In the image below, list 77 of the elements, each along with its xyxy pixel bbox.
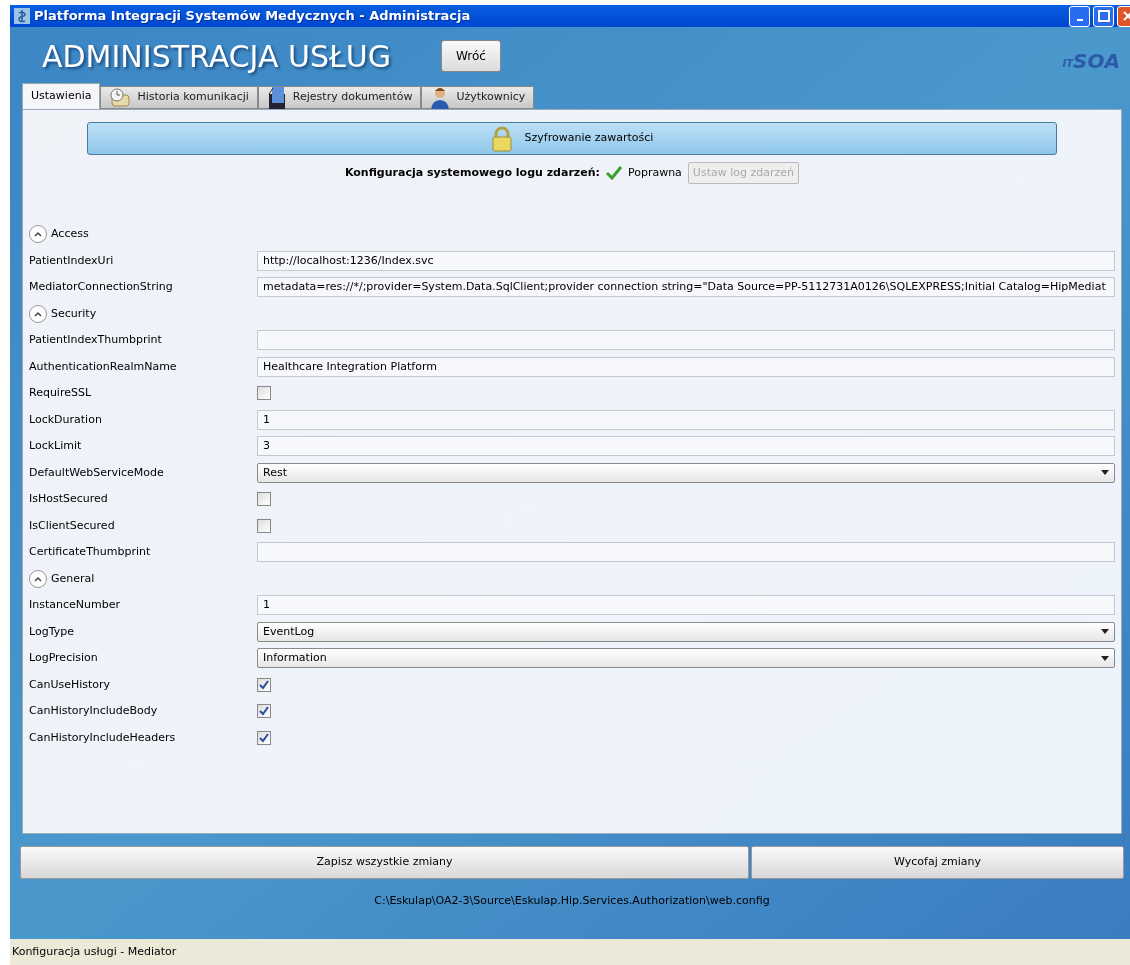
property-label: MediatorConnectionString	[29, 279, 174, 295]
property-label: AuthenticationRealmName	[29, 358, 178, 375]
property-label: PatientIndexUri	[29, 252, 115, 269]
minimize-icon	[1076, 19, 1083, 21]
section-title: General	[51, 570, 95, 587]
property-label: LockDuration	[29, 411, 103, 428]
section-title: Security	[51, 305, 97, 322]
tab[interactable]: Ustawienia	[22, 83, 101, 109]
tab[interactable]: Historia komunikacji	[100, 86, 258, 109]
input-field[interactable]: metadata=res://*/;provider=System.Data.SqlClient;provider connection string="Data Source=PP-5112731A0126\SQLEXPRESS;Initial Catalog=HipMediat	[257, 277, 1115, 298]
maximize-icon	[1097, 10, 1110, 22]
checkmark-icon	[259, 706, 269, 717]
dropdown-value: Information	[263, 650, 327, 666]
config-path: C:\Eskulap\OA2-3\Source\Eskulap.Hip.Services.Authorization\web.config	[373, 893, 771, 909]
revert-button[interactable]: Wycofaj zmiany	[751, 846, 1124, 879]
maximize-button[interactable]	[1093, 5, 1114, 27]
input-field[interactable]	[257, 542, 1115, 563]
property-label: LogPrecision	[29, 650, 99, 666]
input-field[interactable]: 1	[257, 595, 1115, 616]
property-label: CanHistoryIncludeHeaders	[29, 729, 177, 746]
chevron-up-icon	[33, 230, 43, 239]
status-text: Konfiguracja usługi - Mediator	[12, 943, 177, 960]
app-icon	[14, 8, 30, 24]
encryption-button[interactable]: Szyfrowanie zawartości	[87, 122, 1057, 155]
user-icon	[430, 85, 451, 110]
padlock-icon	[490, 125, 513, 152]
input-field[interactable]: 3	[257, 436, 1115, 457]
clock-scroll-icon	[109, 86, 132, 109]
chevron-up-icon	[33, 574, 43, 583]
input-field[interactable]: http://localhost:1236/Index.svc	[257, 250, 1115, 271]
property-label: LockLimit	[29, 438, 83, 454]
dropdown-value: Rest	[263, 464, 287, 481]
checkbox[interactable]	[257, 730, 271, 745]
property-label: InstanceNumber	[29, 597, 121, 613]
property-label: PatientIndexThumbprint	[29, 332, 163, 348]
collapse-toggle[interactable]	[29, 304, 47, 323]
back-button[interactable]: Wróć	[441, 40, 501, 72]
property-label: RequireSSL	[29, 385, 93, 401]
checkbox[interactable]	[257, 518, 271, 533]
event-log-status: Poprawna	[627, 164, 682, 181]
checkbox[interactable]	[257, 704, 271, 719]
checkmark-icon	[259, 732, 269, 743]
tab[interactable]: Użytkownicy	[421, 86, 535, 109]
binder-icon	[266, 85, 287, 110]
input-field[interactable]: 1	[257, 409, 1115, 430]
input-field[interactable]	[257, 330, 1115, 351]
property-label: IsClientSecured	[29, 517, 116, 534]
property-label: CanHistoryIncludeBody	[29, 703, 159, 719]
chevron-up-icon	[33, 309, 43, 318]
property-label: CertificateThumbprint	[29, 544, 152, 560]
save-button[interactable]: Zapisz wszystkie zmiany	[20, 846, 749, 879]
checkbox[interactable]	[257, 492, 271, 507]
collapse-toggle[interactable]	[29, 569, 47, 588]
dropdown[interactable]: Rest	[257, 462, 1115, 483]
dropdown[interactable]: Information	[257, 648, 1115, 669]
input-field[interactable]: Healthcare Integration Platform	[257, 356, 1115, 377]
page-title: ADMINISTRACJA USŁUG	[42, 37, 392, 76]
tab[interactable]: Rejestry dokumentów	[257, 86, 422, 109]
event-log-label: Konfiguracja systemowego logu zdarzeń:	[345, 164, 600, 181]
checkmark-icon	[259, 679, 269, 690]
close-icon	[1121, 10, 1130, 22]
collapse-toggle[interactable]	[29, 225, 47, 244]
caret-icon	[1101, 629, 1109, 635]
caret-icon	[1101, 655, 1109, 661]
checkbox[interactable]	[257, 677, 271, 692]
checkbox[interactable]	[257, 386, 271, 401]
property-label: IsHostSecured	[29, 491, 109, 507]
property-label: DefaultWebServiceMode	[29, 464, 165, 481]
dropdown-value: EventLog	[263, 623, 315, 640]
property-label: LogType	[29, 623, 75, 640]
dropdown[interactable]: EventLog	[257, 621, 1115, 642]
section-title: Access	[51, 226, 89, 242]
logo: ITSOA	[1062, 51, 1120, 71]
caret-icon	[1101, 470, 1109, 476]
window-title: Platforma Integracji Systemów Medycznych - Administracja	[34, 7, 471, 26]
property-label: CanUseHistory	[29, 676, 112, 693]
minimize-button[interactable]	[1069, 5, 1090, 27]
